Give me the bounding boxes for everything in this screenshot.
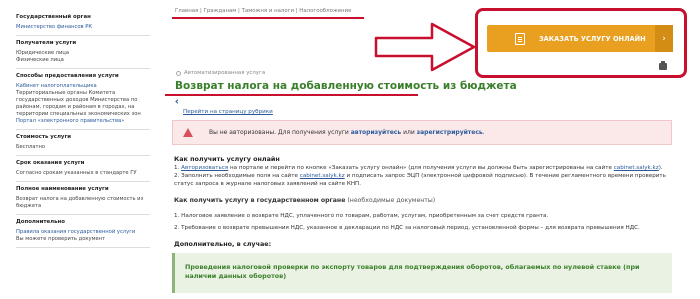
breadcrumb-citizens[interactable]: Гражданам bbox=[204, 8, 237, 14]
sidebar-link[interactable]: Портал «электронного правительства» bbox=[16, 118, 158, 125]
alert-prefix: Вы не авторизованы. Для получения услуги bbox=[209, 129, 351, 136]
expandable-case-text: Проведения налоговой проверки по экспорт… bbox=[185, 263, 640, 280]
online-step-1: 1. Авторизоваться на портале и перейти п… bbox=[174, 165, 674, 173]
breadcrumb-home[interactable]: Главная bbox=[175, 8, 198, 14]
sidebar-link[interactable]: Министерство финансов РК bbox=[16, 24, 158, 31]
sidebar-divider bbox=[16, 35, 150, 36]
sidebar-text: бюджета bbox=[16, 203, 42, 209]
cabinet-link-1[interactable]: cabinet.salyk.kz bbox=[614, 165, 659, 171]
step2-text1: 2. Заполнить необходимые поля на сайте bbox=[174, 173, 300, 179]
sidebar-link[interactable]: Правила оказания государственной услуги bbox=[16, 229, 158, 236]
warning-icon bbox=[183, 128, 193, 137]
gov-heading-text: Как получить услугу в государственном ор… bbox=[174, 197, 346, 204]
alert-text: Вы не авторизованы. Для получения услуги… bbox=[209, 129, 485, 136]
sidebar-text: Согласно срокам указанных в стандарте ГУ bbox=[16, 170, 137, 176]
sidebar-text: государственных доходов Министерства по bbox=[16, 97, 138, 103]
login-link[interactable]: авторизуйтесь bbox=[351, 129, 401, 136]
online-heading: Как получить услугу онлайн bbox=[174, 155, 280, 163]
document-icon bbox=[515, 32, 525, 45]
breadcrumb-customs-taxes[interactable]: Таможня и налоги bbox=[242, 8, 294, 14]
sidebar-text: районам, городам и районам в городах, на bbox=[16, 104, 135, 110]
breadcrumb: Главная | Гражданам | Таможня и налоги |… bbox=[175, 8, 352, 14]
step1-text: на портале и перейти по кнопке «Заказать… bbox=[228, 165, 614, 171]
sidebar-divider bbox=[16, 214, 150, 215]
sidebar-link[interactable]: Кабинет налогоплательщика bbox=[16, 83, 158, 90]
annotation-arrow-icon bbox=[374, 22, 476, 72]
step2-text2: и подписать запрос ЭЦП (электронной цифр… bbox=[344, 173, 666, 179]
step2-text3: статус запроса в журнале налоговых заявл… bbox=[174, 180, 362, 187]
service-type-text: Автоматизированная услуга bbox=[184, 70, 266, 76]
register-link[interactable]: зарегистрируйтесь bbox=[417, 129, 483, 136]
order-online-label: ЗАКАЗАТЬ УСЛУГУ ОНЛАЙН bbox=[539, 34, 646, 43]
sidebar: Государственный орган Министерство финанс… bbox=[0, 0, 158, 299]
print-icon[interactable] bbox=[659, 61, 667, 70]
back-link-text: Перейти на страницу рубрики bbox=[183, 109, 273, 115]
sidebar-text: Бесплатно bbox=[16, 144, 46, 150]
step1-end: ). bbox=[658, 165, 663, 171]
title-underline bbox=[165, 94, 418, 96]
breadcrumb-taxation[interactable]: Налогообложение bbox=[299, 8, 351, 14]
order-online-button[interactable]: ЗАКАЗАТЬ УСЛУГУ ОНЛАЙН › bbox=[487, 25, 673, 52]
service-type-label: Автоматизированная услуга bbox=[176, 70, 265, 76]
extra-heading: Дополнительно, в случае: bbox=[174, 240, 272, 248]
sidebar-text: Физические лица bbox=[16, 57, 64, 63]
gov-item-1: 1. Налоговое заявление о возврате НДС, у… bbox=[174, 213, 549, 219]
sidebar-text: Юридические лица bbox=[16, 50, 70, 56]
sidebar-divider bbox=[16, 129, 150, 130]
sidebar-text: территории специальных экономических зон bbox=[16, 111, 141, 117]
chevron-left-icon bbox=[175, 99, 180, 104]
chevron-right-icon: › bbox=[655, 25, 673, 52]
gov-heading: Как получить услугу в государственном ор… bbox=[174, 197, 435, 204]
sidebar-text: Вы можете проверить документ bbox=[16, 236, 106, 242]
gov-heading-note: (необходимые документы) bbox=[345, 197, 436, 204]
alert-suffix: . bbox=[482, 129, 485, 136]
authorize-link[interactable]: Авторизоваться bbox=[181, 165, 228, 171]
sidebar-divider bbox=[16, 181, 150, 182]
sidebar-divider bbox=[16, 247, 150, 248]
gov-item-2: 2. Требование о возврате превышения НДС,… bbox=[174, 225, 640, 231]
back-to-rubric-link[interactable]: Перейти на страницу рубрики bbox=[183, 98, 273, 117]
sidebar-text: Территориальные органы Комитета bbox=[16, 90, 116, 96]
sidebar-text: Возврат налога на добавленную стоимость … bbox=[16, 196, 144, 202]
cabinet-link-2[interactable]: cabinet.salyk.kz bbox=[300, 173, 345, 179]
auth-alert: Вы не авторизованы. Для получения услуги… bbox=[172, 120, 672, 145]
expandable-case[interactable]: Проведения налоговой проверки по экспорт… bbox=[172, 253, 672, 293]
online-step-2: 2. Заполнить необходимые поля на сайте c… bbox=[174, 173, 674, 188]
page-title: Возврат налога на добавленную стоимость … bbox=[175, 80, 517, 92]
automation-icon bbox=[176, 70, 181, 76]
breadcrumb-underline bbox=[172, 17, 364, 19]
sidebar-divider bbox=[16, 68, 150, 69]
sidebar-divider bbox=[16, 155, 150, 156]
alert-or: или bbox=[401, 129, 417, 136]
